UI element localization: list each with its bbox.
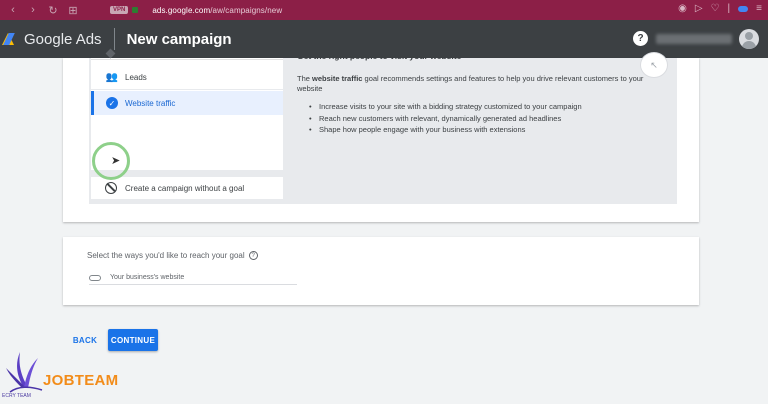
goal-selection-card: 👥 Leads ✓ Website traffic Create a campa… <box>63 48 699 222</box>
benefit-list: Increase visits to your site with a bidd… <box>309 101 657 136</box>
heart-icon[interactable]: ♡ <box>711 3 720 14</box>
back-button[interactable]: BACK <box>66 330 104 350</box>
intro-bold: website traffic <box>312 74 363 83</box>
cursor-click-illustration-icon: ↖ <box>640 52 668 78</box>
url-path: /aw/campaigns/new <box>210 5 283 15</box>
back-arrow-icon[interactable]: ‹ <box>6 3 20 17</box>
vpn-badge[interactable]: VPN <box>110 6 129 14</box>
list-item: Increase visits to your site with a bidd… <box>309 101 657 113</box>
no-goal-option[interactable]: Create a campaign without a goal <box>91 177 283 199</box>
website-option[interactable]: Your business's website <box>89 271 297 285</box>
help-icon[interactable]: ? <box>633 31 648 46</box>
address-bar[interactable]: ads.google.com/aw/campaigns/new <box>152 6 282 15</box>
url-domain: ads.google.com <box>152 5 211 15</box>
goal-description: Get the right people to visit your websi… <box>297 56 657 136</box>
link-icon <box>89 274 101 281</box>
intro-prefix: The <box>297 74 313 83</box>
goal-description-text: The website traffic goal recommends sett… <box>297 74 657 94</box>
goal-item-website-traffic[interactable]: ✓ Website traffic <box>91 91 283 115</box>
goal-item-label: Website traffic <box>125 98 176 108</box>
reach-goal-card: Select the ways you'd like to reach your… <box>63 237 699 305</box>
jobteam-logo-icon <box>6 352 43 393</box>
ban-icon <box>105 182 117 194</box>
goal-item-leads[interactable]: 👥 Leads <box>91 66 283 90</box>
tag-icon <box>105 48 116 58</box>
goal-description-heading: Get the right people to visit your websi… <box>297 56 462 61</box>
no-goal-label: Create a campaign without a goal <box>125 183 245 193</box>
mouse-pointer-icon: ➤ <box>111 155 121 167</box>
avatar[interactable] <box>739 29 759 49</box>
extension-icon[interactable] <box>738 5 749 12</box>
menu-icon[interactable]: ≡ <box>756 3 762 14</box>
brand-name[interactable]: Google Ads <box>24 31 102 48</box>
reach-goal-label-text: Select the ways you'd like to reach your… <box>87 251 245 260</box>
website-option-label: Your business's website <box>110 274 185 281</box>
reach-goal-label: Select the ways you'd like to reach your… <box>87 251 258 260</box>
people-icon: 👥 <box>105 72 119 83</box>
goal-item-label: Leads <box>125 73 147 82</box>
list-item: Shape how people engage with your busine… <box>309 124 657 136</box>
check-circle-icon: ✓ <box>105 96 119 110</box>
goal-panel: 👥 Leads ✓ Website traffic Create a campa… <box>89 48 677 204</box>
forward-arrow-icon[interactable]: › <box>26 3 40 17</box>
watermark-small-text: ECRY TEAM <box>2 393 31 399</box>
browser-actions: ◉ ▷ ♡ | ≡ <box>678 3 762 14</box>
watermark-name: JOBTEAM <box>43 372 119 389</box>
goal-item-sales[interactable] <box>91 48 283 60</box>
google-ads-logo-icon[interactable] <box>2 31 18 47</box>
browser-toolbar: ‹ › ↻ ⊞ VPN ads.google.com/aw/campaigns/… <box>0 0 768 20</box>
play-icon[interactable]: ▷ <box>695 3 703 14</box>
page-title: New campaign <box>126 30 232 48</box>
help-outline-icon[interactable]: ? <box>248 251 258 260</box>
header-divider <box>113 28 115 50</box>
site-security-icon[interactable] <box>132 7 139 13</box>
reload-icon[interactable]: ↻ <box>46 3 60 17</box>
account-email[interactable] <box>656 34 732 44</box>
list-item: Reach new customers with relevant, dynam… <box>309 113 657 125</box>
menu-divider: | <box>727 3 731 14</box>
camera-icon[interactable]: ◉ <box>678 3 687 14</box>
tabs-grid-icon[interactable]: ⊞ <box>66 3 80 17</box>
continue-button[interactable]: CONTINUE <box>108 329 158 351</box>
